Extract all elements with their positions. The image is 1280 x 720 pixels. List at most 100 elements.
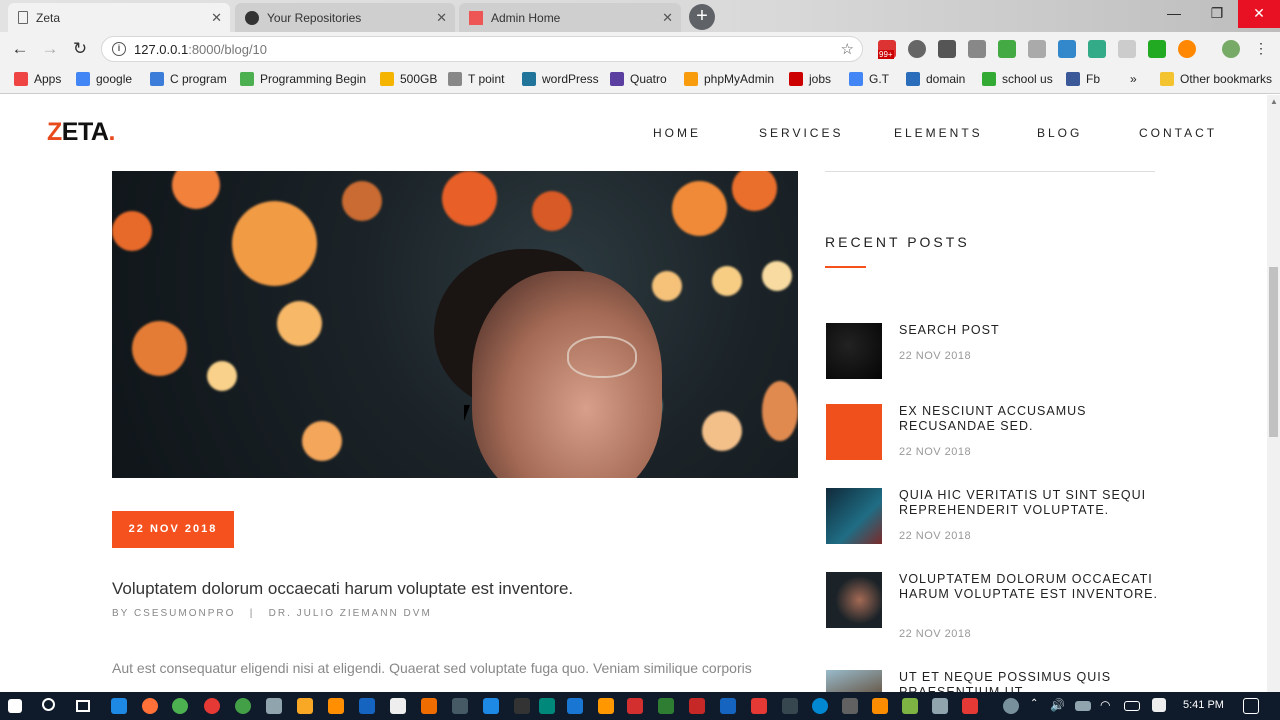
recent-post-thumbnail[interactable]	[826, 323, 882, 379]
recent-post-title[interactable]: SEARCH POST	[899, 323, 1159, 338]
bookmark-item[interactable]: Programming Begin	[240, 72, 366, 86]
wifi-icon[interactable]: ◠	[1100, 698, 1116, 714]
extension-icon[interactable]	[1088, 40, 1106, 58]
app-icon[interactable]	[782, 698, 798, 714]
reload-button[interactable]: ↻	[65, 39, 95, 59]
bookmark-item[interactable]: google	[76, 72, 132, 86]
app-icon[interactable]	[266, 698, 282, 714]
bookmark-item[interactable]: C program	[150, 72, 227, 86]
recent-post-thumbnail[interactable]	[826, 670, 882, 692]
close-icon[interactable]: ✕	[436, 10, 447, 26]
app-icon[interactable]	[842, 698, 858, 714]
back-button[interactable]: ←	[5, 39, 35, 59]
app-icon[interactable]	[627, 698, 643, 714]
bookmark-star-icon[interactable]: ☆	[841, 40, 854, 58]
nav-home[interactable]: HOME	[653, 126, 701, 140]
webstorm-icon[interactable]	[539, 698, 555, 714]
app-icon[interactable]	[483, 698, 499, 714]
firefox-icon[interactable]	[142, 698, 158, 714]
app-icon[interactable]	[235, 698, 251, 714]
new-tab-button[interactable]: +	[689, 4, 715, 30]
info-icon[interactable]: i	[112, 42, 126, 56]
nav-services[interactable]: SERVICES	[759, 126, 843, 140]
bookmark-item[interactable]: school us	[982, 72, 1053, 86]
recent-post-thumbnail[interactable]	[826, 404, 882, 460]
notifications-icon[interactable]	[1243, 698, 1259, 714]
extension-icon[interactable]	[1028, 40, 1046, 58]
extension-icon[interactable]	[1178, 40, 1196, 58]
gear-extension-icon[interactable]	[908, 40, 926, 58]
camera-extension-icon[interactable]	[938, 40, 956, 58]
skype-icon[interactable]	[812, 698, 828, 714]
extension-icon[interactable]	[1148, 40, 1166, 58]
clock[interactable]: 5:41 PM	[1183, 699, 1224, 711]
scrollbar-thumb[interactable]	[1269, 267, 1278, 437]
page-scrollbar[interactable]: ▲	[1267, 95, 1280, 692]
post-title[interactable]: Voluptatem dolorum occaecati harum volup…	[112, 579, 573, 599]
volume-icon[interactable]: 🔊	[1050, 698, 1066, 714]
keyboard-icon[interactable]	[1124, 701, 1140, 711]
recent-post-thumbnail[interactable]	[826, 572, 882, 628]
app-icon[interactable]	[872, 698, 888, 714]
tab-zeta[interactable]: Zeta ✕	[8, 3, 230, 32]
minimize-button[interactable]: —	[1153, 0, 1195, 28]
phpstorm-icon[interactable]	[514, 698, 530, 714]
maximize-button[interactable]: ❐	[1196, 0, 1238, 28]
profile-avatar[interactable]	[1222, 40, 1240, 58]
powerpoint-icon[interactable]	[689, 698, 705, 714]
battery-icon[interactable]	[1075, 701, 1091, 711]
bookmark-item[interactable]: domain	[906, 72, 965, 86]
opera-icon[interactable]	[204, 698, 220, 714]
bookmark-item[interactable]: »	[1130, 72, 1137, 86]
task-view-icon[interactable]	[76, 700, 90, 712]
extension-icon[interactable]	[998, 40, 1016, 58]
bookmark-item[interactable]: Fb	[1066, 72, 1100, 86]
nav-contact[interactable]: CONTACT	[1139, 126, 1217, 140]
sublime-icon[interactable]	[421, 698, 437, 714]
recent-post-title[interactable]: VOLUPTATEM DOLORUM OCCAECATI HARUM VOLUP…	[899, 572, 1159, 602]
vlc-icon[interactable]	[598, 698, 614, 714]
recent-post-title[interactable]: UT ET NEQUE POSSIMUS QUIS PRAESENTIUM UT…	[899, 670, 1159, 692]
bookmark-item[interactable]: Apps	[14, 72, 61, 86]
bookmark-item[interactable]: Other bookmarks	[1160, 72, 1272, 86]
search-icon[interactable]	[42, 698, 55, 711]
file-explorer-icon[interactable]	[297, 698, 313, 714]
excel-icon[interactable]	[658, 698, 674, 714]
extension-icon[interactable]	[1058, 40, 1076, 58]
recent-post-title[interactable]: QUIA HIC VERITATIS UT SINT SEQUI REPREHE…	[899, 488, 1159, 518]
nav-blog[interactable]: BLOG	[1037, 126, 1082, 140]
app-icon[interactable]	[1152, 698, 1166, 712]
vscode-icon[interactable]	[567, 698, 583, 714]
bookmark-item[interactable]: T point	[448, 72, 504, 86]
site-logo[interactable]: ZETA.	[47, 118, 115, 147]
app-icon[interactable]	[452, 698, 468, 714]
bookmark-item[interactable]: wordPress	[522, 72, 599, 86]
extension-icon[interactable]	[1118, 40, 1136, 58]
tab-admin-home[interactable]: Admin Home ✕	[459, 3, 681, 32]
people-icon[interactable]	[1003, 698, 1019, 714]
app-icon[interactable]	[902, 698, 918, 714]
app-icon[interactable]	[962, 698, 978, 714]
word-icon[interactable]	[720, 698, 736, 714]
edge-icon[interactable]	[111, 698, 127, 714]
close-icon[interactable]: ✕	[211, 10, 222, 26]
windows-start-icon[interactable]	[8, 699, 22, 713]
chevron-up-icon[interactable]: ⌃	[1030, 698, 1040, 714]
window-close-button[interactable]: ✕	[1238, 0, 1280, 28]
bookmark-item[interactable]: G.T	[849, 72, 889, 86]
recent-post-thumbnail[interactable]	[826, 488, 882, 544]
bookmark-item[interactable]: 500GB	[380, 72, 437, 86]
extension-icon[interactable]	[968, 40, 986, 58]
app-icon[interactable]	[390, 698, 406, 714]
menu-kebab-icon[interactable]: ⋮	[1254, 40, 1268, 58]
app-icon[interactable]	[751, 698, 767, 714]
photoshop-icon[interactable]	[359, 698, 375, 714]
bookmark-item[interactable]: jobs	[789, 72, 831, 86]
recent-post-title[interactable]: EX NESCIUNT ACCUSAMUS RECUSANDAE SED.	[899, 404, 1159, 434]
forward-button[interactable]: →	[35, 39, 65, 59]
extension-mail-icon[interactable]: 99+	[878, 40, 896, 59]
nav-elements[interactable]: ELEMENTS	[894, 126, 983, 140]
app-icon[interactable]	[932, 698, 948, 714]
address-bar[interactable]: i 127.0.0.1:8000/blog/10 ☆	[101, 36, 863, 62]
bookmark-item[interactable]: Quatro	[610, 72, 667, 86]
